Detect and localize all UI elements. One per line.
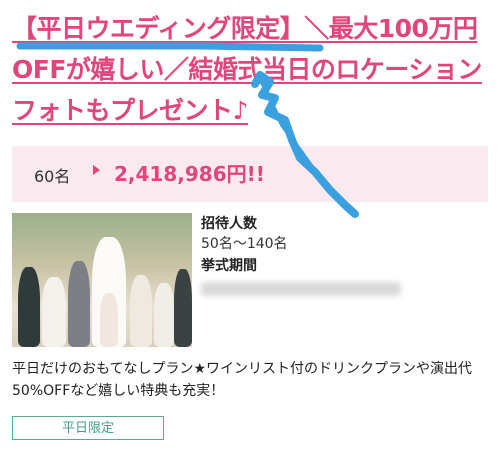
wedding-photo[interactable] (12, 213, 192, 347)
price-box: 60名 2,418,986円!! (12, 146, 488, 202)
guest-count: 60名 (34, 167, 71, 186)
plan-title-link[interactable]: 【平日ウエディング限定】＼最大100万円OFFが嬉しい／結婚式当日のロケーション… (12, 8, 492, 131)
plan-description: 平日だけのおもてなしプラン★ワインリスト付のドリンクプランや演出代50%OFFな… (12, 361, 472, 399)
plan-info: 招待人数 50名〜140名 挙式期間 (201, 214, 401, 296)
arrow-right-icon (93, 165, 100, 175)
plan-price: 2,418,986円!! (114, 162, 265, 186)
period-label: 挙式期間 (201, 258, 257, 274)
weekday-tag[interactable]: 平日限定 (12, 416, 164, 440)
period-value-blurred (201, 282, 401, 296)
invite-value: 50名〜140名 (201, 236, 288, 252)
invite-label: 招待人数 (201, 216, 257, 232)
